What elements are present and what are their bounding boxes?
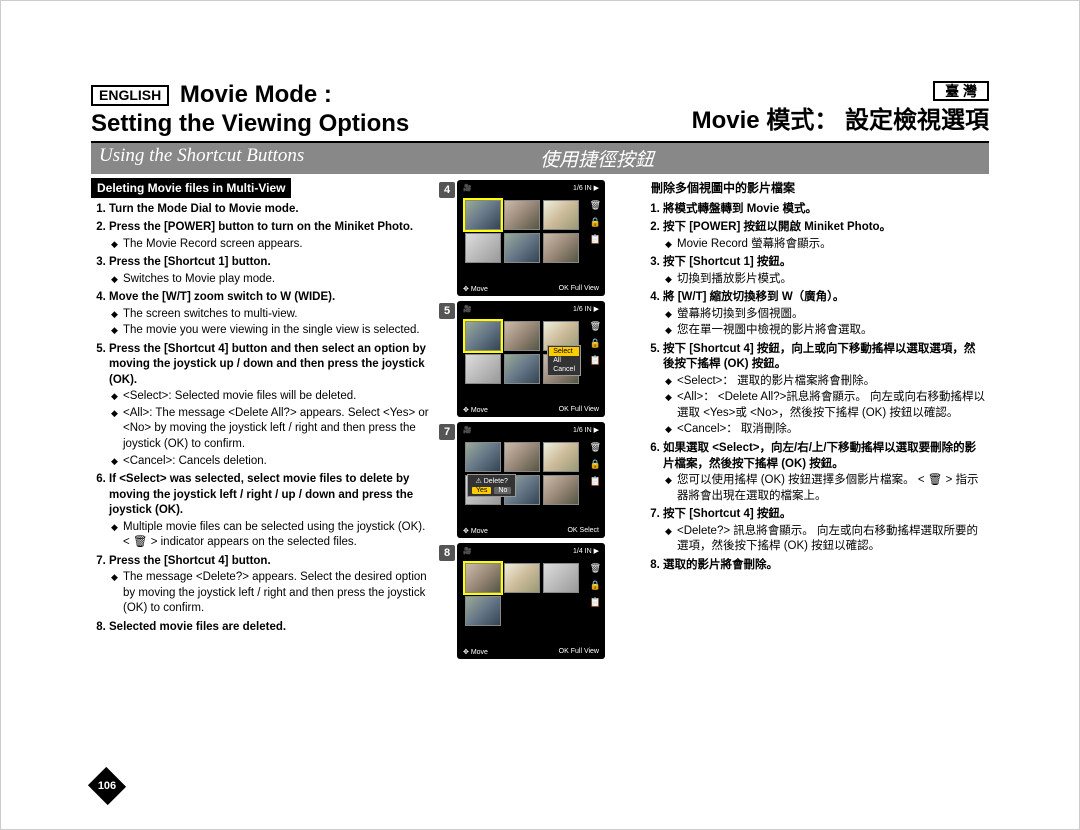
step-8-zh: 選取的影片將會刪除。	[663, 558, 985, 574]
ok-fullview: OK Full View	[559, 285, 599, 293]
step-1-zh: 將模式轉盤轉到 Movie 模式。	[663, 202, 985, 218]
delete-popup: ⚠ Delete? YesNo	[467, 474, 516, 497]
page-number: 106	[93, 773, 121, 799]
step-2-en: Press the [POWER] button to turn on the …	[109, 220, 431, 252]
step-1-en: Turn the Mode Dial to Movie mode.	[109, 202, 431, 218]
title-chinese: Movie 模式： 設定檢視選項	[692, 107, 989, 136]
taiwan-badge: 臺 灣	[933, 81, 989, 101]
subheading-en: Deleting Movie files in Multi-View	[91, 178, 291, 198]
step-6-en: If <Select> was selected, select movie f…	[109, 472, 431, 551]
step-badge-4: 4	[439, 182, 455, 198]
screen-7: 7 🎥1/6 IN ▶ 🗑🔒📋 ⚠ Delete? YesNo ✥ MoveOK…	[457, 422, 605, 538]
step-badge-5: 5	[439, 303, 455, 319]
title-en-line1: Movie Mode :	[180, 81, 332, 108]
title-english: ENGLISH Movie Mode : Setting the Viewing…	[91, 81, 409, 139]
column-chinese: 刪除多個視圖中的影片檔案 將模式轉盤轉到 Movie 模式。 按下 [POWER…	[635, 176, 985, 662]
title-en-line2: Setting the Viewing Options	[91, 110, 409, 137]
section-zh: 使用捷徑按鈕	[540, 145, 981, 172]
english-badge: ENGLISH	[91, 85, 169, 106]
title-right-block: 臺 灣 Movie 模式： 設定檢視選項	[692, 81, 989, 136]
move-icon: ✥ Move	[463, 285, 488, 293]
step-6-zh: 如果選取 <Select>，向左/右/上/下移動搖桿以選取要刪除的影片檔案，然後…	[663, 441, 985, 504]
step-3-en: Press the [Shortcut 1] button. Switches …	[109, 255, 431, 287]
select-popup: Select All Cancel	[547, 345, 581, 376]
step-5-zh: 按下 [Shortcut 4] 按鈕，向上或向下移動搖桿以選取選項，然後按下搖桿…	[663, 342, 985, 438]
steps-zh: 將模式轉盤轉到 Movie 模式。 按下 [POWER] 按鈕以開啟 Minik…	[645, 202, 985, 573]
step-8-en: Selected movie files are deleted.	[109, 620, 431, 636]
step-badge-8: 8	[439, 545, 455, 561]
step-3-zh: 按下 [Shortcut 1] 按鈕。 切換到播放影片模式。	[663, 255, 985, 287]
step-7-zh: 按下 [Shortcut 4] 按鈕。 <Delete?> 訊息將會顯示。 向左…	[663, 507, 985, 555]
screen-4: 4 🎥1/6 IN ▶ 🗑🔒📋 ✥ MoveOK Full View	[457, 180, 605, 296]
column-english: Deleting Movie files in Multi-View Turn …	[91, 176, 431, 662]
section-en: Using the Shortcut Buttons	[99, 145, 540, 172]
steps-en: Turn the Mode Dial to Movie mode. Press …	[91, 202, 431, 635]
section-bar: Using the Shortcut Buttons 使用捷徑按鈕	[91, 143, 989, 174]
step-4-zh: 將 [W/T] 縮放切換移到 W（廣角）。 螢幕將切換到多個視圖。 您在單一視圖…	[663, 290, 985, 339]
header: ENGLISH Movie Mode : Setting the Viewing…	[91, 81, 989, 139]
screen-5: 5 🎥1/6 IN ▶ 🗑🔒📋 Select All Cancel ✥ Move…	[457, 301, 605, 417]
content-columns: Deleting Movie files in Multi-View Turn …	[91, 176, 989, 662]
manual-page: ENGLISH Movie Mode : Setting the Viewing…	[0, 0, 1080, 830]
screen-8: 8 🎥1/4 IN ▶ 🗑🔒📋 ✥ MoveOK Full View	[457, 543, 605, 659]
step-2-zh: 按下 [POWER] 按鈕以開啟 Miniket Photo。 Movie Re…	[663, 220, 985, 252]
step-4-en: Move the [W/T] zoom switch to W (WIDE). …	[109, 290, 431, 339]
column-screenshots: 4 🎥1/6 IN ▶ 🗑🔒📋 ✥ MoveOK Full View 5 🎥1/…	[431, 176, 635, 662]
step-7-en: Press the [Shortcut 4] button. The messa…	[109, 554, 431, 617]
title-left-block: ENGLISH Movie Mode : Setting the Viewing…	[91, 81, 409, 139]
step-5-en: Press the [Shortcut 4] button and then s…	[109, 342, 431, 469]
subheading-zh: 刪除多個視圖中的影片檔案	[645, 178, 801, 198]
step-badge-7: 7	[439, 424, 455, 440]
